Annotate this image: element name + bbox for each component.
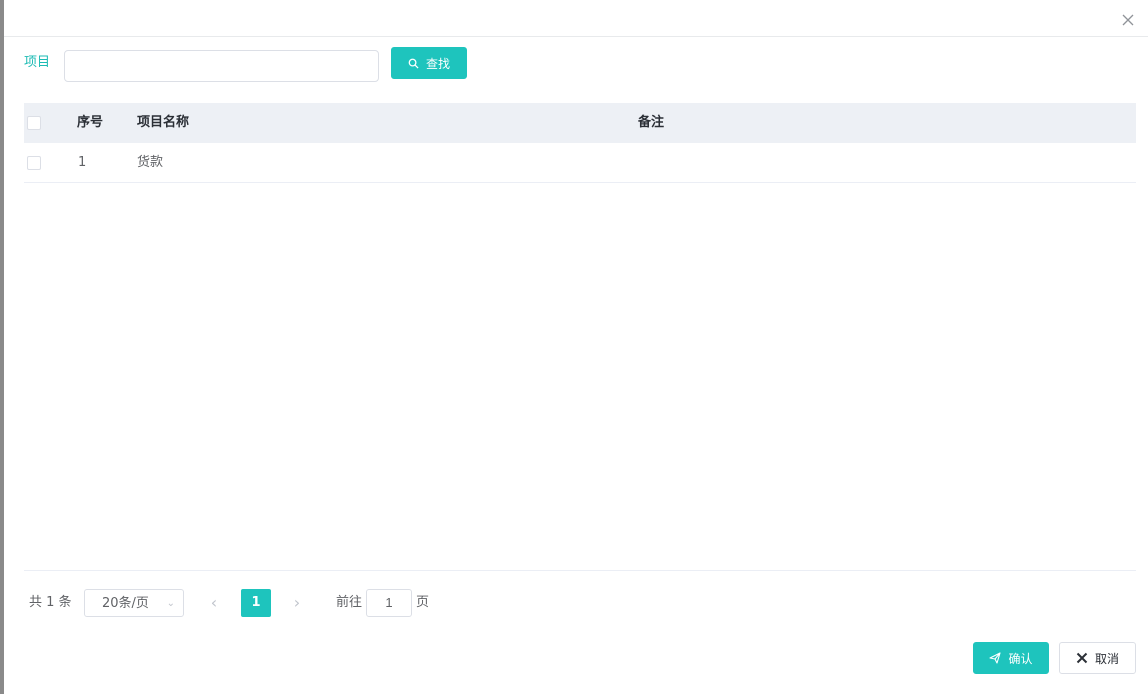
search-button[interactable]: 查找 [391,47,467,79]
dialog-header [4,0,1148,37]
project-table: 序号 项目名称 备注 1 货款 [24,103,1136,183]
confirm-button[interactable]: 确认 [973,642,1049,674]
search-button-label: 查找 [425,56,450,71]
pagination-divider [24,570,1136,571]
send-icon [989,652,1002,664]
close-icon[interactable] [1120,12,1136,28]
cancel-button[interactable]: 取消 [1059,642,1136,674]
page-size-value: 20条/页 [102,596,149,611]
pagination-total: 共 1 条 [29,595,72,610]
cancel-button-label: 取消 [1094,651,1119,666]
row-checkbox[interactable] [27,156,41,170]
project-filter-label: 项目 [24,55,51,70]
goto-prefix: 前往 [336,595,363,610]
table-row[interactable]: 1 货款 [24,143,1136,183]
column-header-index: 序号 [77,115,104,130]
select-all-checkbox[interactable] [27,116,41,130]
pagination: 共 1 条 20条/页 ⌄ ‹ 1 › 前往 页 [24,589,624,617]
table-header: 序号 项目名称 备注 [24,103,1136,143]
goto-suffix: 页 [416,595,430,610]
next-page-icon[interactable]: › [282,589,312,617]
chevron-down-icon: ⌄ [166,598,175,609]
goto-page-input[interactable] [366,589,412,617]
row-project-name: 货款 [137,155,164,170]
close-icon [1076,652,1088,664]
row-index: 1 [78,155,87,170]
confirm-button-label: 确认 [1008,651,1033,666]
prev-page-icon[interactable]: ‹ [199,589,229,617]
page-number-current[interactable]: 1 [241,589,271,617]
select-project-dialog: 项目 查找 序号 项目名称 备注 1 货款 共 1 条 20条/页 ⌄ ‹ 1 [4,0,1148,694]
project-search-input[interactable] [64,50,379,82]
page-size-select[interactable]: 20条/页 ⌄ [84,589,184,617]
column-header-remark: 备注 [638,115,665,130]
search-icon [408,58,419,69]
column-header-name: 项目名称 [137,115,190,130]
